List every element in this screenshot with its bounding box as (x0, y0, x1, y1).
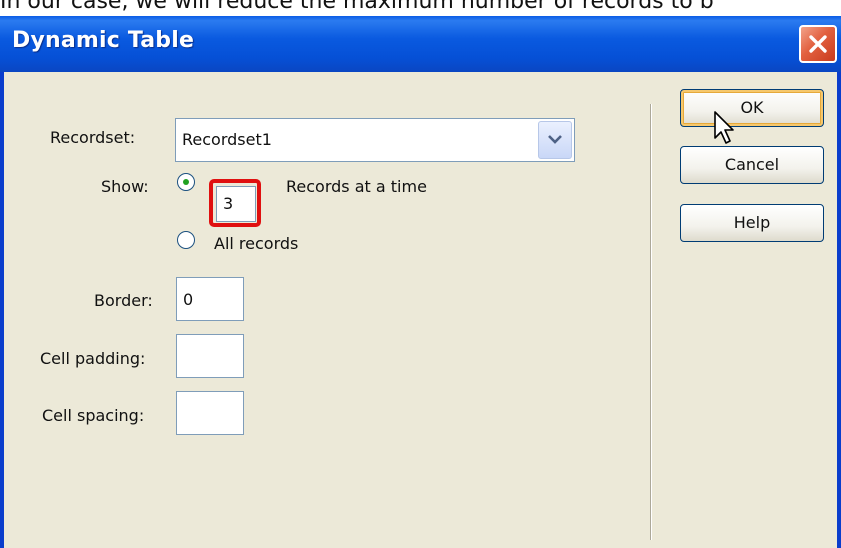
help-button[interactable]: Help (680, 204, 824, 242)
title-bar[interactable]: Dynamic Table (0, 16, 841, 72)
recordset-dropdown-button[interactable] (538, 121, 572, 159)
window-title: Dynamic Table (12, 28, 195, 53)
ok-button[interactable]: OK (680, 89, 824, 127)
highlight-box (209, 179, 261, 227)
recordset-select[interactable]: Recordset1 (175, 118, 575, 162)
vertical-divider (650, 104, 652, 540)
all-records-label: All records (214, 234, 299, 253)
border-input[interactable] (176, 277, 244, 321)
show-label: Show: (101, 177, 149, 196)
border-label: Border: (94, 291, 153, 310)
cell-spacing-input[interactable] (176, 391, 244, 435)
dynamic-table-dialog: Dynamic Table Recordset: Recordset1 Show… (0, 16, 841, 548)
cell-spacing-label: Cell spacing: (42, 406, 145, 425)
chevron-down-icon (548, 135, 562, 144)
records-at-a-time-label: Records at a time (286, 177, 427, 196)
cell-padding-input[interactable] (176, 334, 244, 378)
cell-padding-label: Cell padding: (40, 349, 146, 368)
all-records-radio[interactable] (177, 231, 195, 249)
records-at-a-time-radio[interactable] (177, 173, 195, 191)
page: In our case, we will reduce the maximum … (0, 0, 841, 548)
close-icon (809, 35, 827, 53)
recordset-label: Recordset: (50, 128, 136, 147)
cancel-button[interactable]: Cancel (680, 146, 824, 184)
recordset-value: Recordset1 (182, 130, 272, 149)
caption-text: In our case, we will reduce the maximum … (0, 0, 714, 14)
close-button[interactable] (799, 25, 837, 63)
